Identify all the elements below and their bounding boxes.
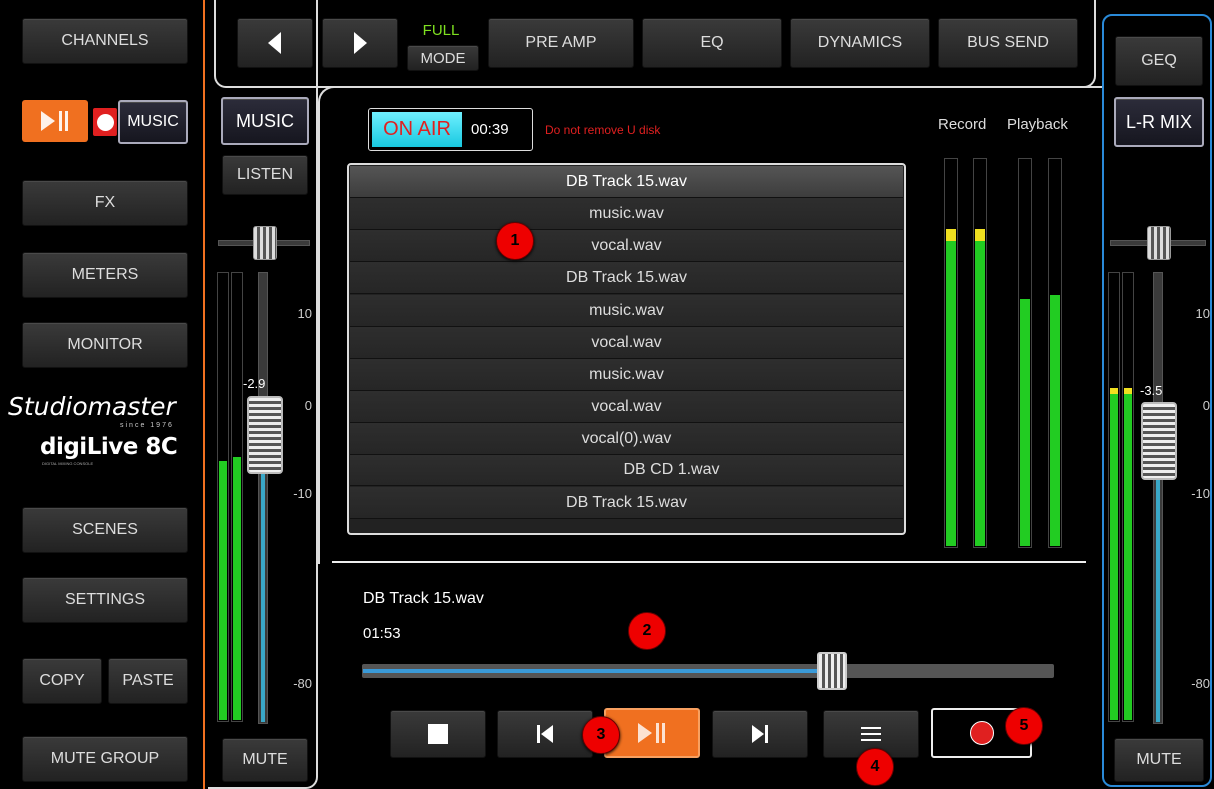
preamp-button[interactable]: PRE AMP [488,18,634,68]
callout-badge-4: 4 [856,748,894,786]
settings-button[interactable]: SETTINGS [22,577,188,623]
progress-fill [363,669,832,673]
skip-forward-icon [752,725,768,743]
track-row[interactable]: DB CD 1.wav [350,455,903,486]
lr-mix-button[interactable]: L-R MIX [1114,97,1204,147]
on-air-time: 00:39 [471,121,509,138]
mute-group-button[interactable]: MUTE GROUP [22,736,188,782]
elapsed-time: 01:53 [363,625,401,642]
on-air-box: ON AIR 00:39 [368,108,533,151]
left-scale-0: 0 [304,398,312,413]
left-fader-level [261,470,265,722]
lr-scale-10: 10 [1195,306,1210,321]
paste-button[interactable]: PASTE [108,658,188,704]
track-row[interactable]: DB Track 15.wav [350,166,903,198]
scenes-button[interactable]: SCENES [22,507,188,553]
track-row[interactable]: music.wav [350,198,903,230]
next-channel-button[interactable] [322,18,398,68]
track-row[interactable]: vocal.wav [350,327,903,359]
record-icon [96,113,114,131]
left-meter-l [217,272,229,722]
stop-icon [428,724,448,744]
callout-badge-5: 5 [1005,707,1043,745]
geq-button[interactable]: GEQ [1115,36,1203,86]
left-fader-handle[interactable] [247,396,283,474]
track-row[interactable]: vocal(0).wav [350,423,903,455]
channel-name-button[interactable]: MUSIC [221,97,309,145]
lr-fader-level [1156,480,1160,722]
lr-scale-0: 0 [1202,398,1210,413]
stop-button[interactable] [390,710,486,758]
left-meter-r [231,272,243,722]
eq-button[interactable]: EQ [642,18,782,68]
progress-handle[interactable] [817,652,847,690]
lr-scale-minus10: -10 [1191,486,1210,501]
listen-button[interactable]: LISTEN [222,155,308,195]
record-meter-l [944,158,958,548]
record-label: Record [938,116,987,133]
skip-back-icon [537,725,553,743]
left-pan-knob[interactable] [253,226,277,260]
panel-divider [332,561,1086,563]
track-row[interactable]: music.wav [350,295,903,327]
channels-button[interactable]: CHANNELS [22,18,188,64]
music-play-toggle[interactable] [22,100,88,142]
record-indicator [93,108,117,136]
play-pause-icon [638,723,665,743]
triangle-left-icon [268,32,281,54]
left-fader-value: -2.9 [243,376,266,391]
current-track-name: DB Track 15.wav [363,590,484,607]
track-row[interactable]: music.wav [350,359,903,391]
usb-warning: Do not remove U disk [545,123,661,137]
mode-button[interactable]: MODE [407,45,479,71]
lr-pan-knob[interactable] [1147,226,1171,260]
callout-badge-2: 2 [628,612,666,650]
record-meter-r [973,158,987,548]
music-nav-button[interactable]: MUSIC [118,100,188,144]
studiomaster-logo: Studiomaster since 1976 digiLive 8C DIGI… [8,392,198,472]
logo-since: since 1976 [120,422,174,429]
logo-product-sub: DIGITAL MIXING CONSOLE [42,461,94,466]
lr-meter-r [1122,272,1134,722]
on-air-indicator: ON AIR [372,112,462,147]
menu-icon [861,727,881,741]
track-row[interactable]: DB Track 15.wav [350,487,903,519]
lr-fader-value: -3.5 [1140,383,1163,398]
meters-button[interactable]: METERS [22,252,188,298]
prev-channel-button[interactable] [237,18,313,68]
dynamics-button[interactable]: DYNAMICS [790,18,930,68]
callout-badge-3: 3 [582,716,620,754]
left-scale-minus80: -80 [293,676,312,691]
playback-meter-r [1048,158,1062,548]
logo-product: digiLive 8C [40,434,178,460]
track-row[interactable]: vocal.wav [350,230,903,262]
play-pause-icon [41,111,68,131]
triangle-right-icon [354,32,367,54]
track-list[interactable]: DB Track 15.wav music.wav vocal.wav DB T… [347,163,906,535]
record-icon [969,721,994,745]
monitor-button[interactable]: MONITOR [22,322,188,368]
mode-full-label: FULL [422,22,460,39]
playback-label: Playback [1007,116,1068,133]
skip-forward-button[interactable] [712,710,808,758]
skip-back-button[interactable] [497,710,593,758]
callout-badge-1: 1 [496,222,534,260]
track-row[interactable]: DB Track 15.wav [350,262,903,294]
left-scale-minus10: -10 [293,486,312,501]
lr-fader-handle[interactable] [1141,402,1177,480]
copy-button[interactable]: COPY [22,658,102,704]
left-mute-button[interactable]: MUTE [222,738,308,782]
left-scale-10: 10 [297,306,312,321]
bus-send-button[interactable]: BUS SEND [938,18,1078,68]
lr-mute-button[interactable]: MUTE [1114,738,1204,782]
logo-brand: Studiomaster [8,392,176,421]
playback-meter-l [1018,158,1032,548]
left-divider [203,0,205,789]
lr-meter-l [1108,272,1120,722]
track-row[interactable]: vocal.wav [350,391,903,423]
lr-scale-minus80: -80 [1191,676,1210,691]
fx-button[interactable]: FX [22,180,188,226]
